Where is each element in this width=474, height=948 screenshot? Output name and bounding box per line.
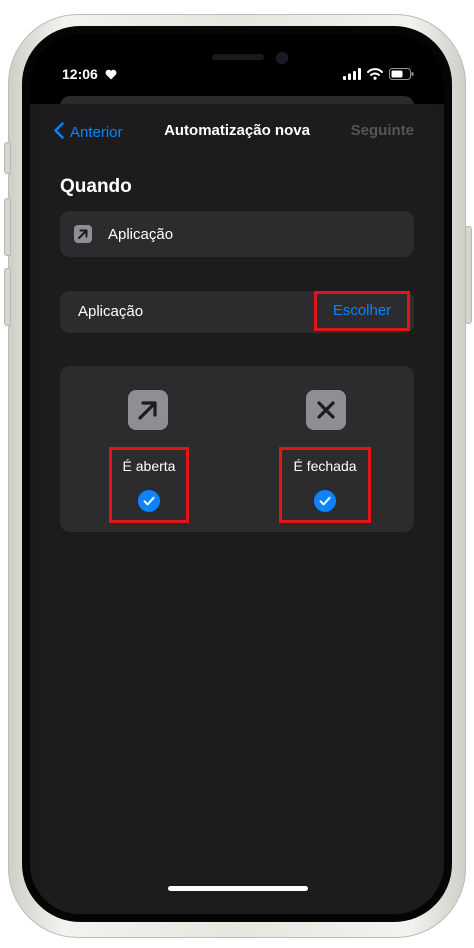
trigger-row[interactable]: Aplicação (60, 211, 414, 257)
option-closed-label: É fechada (293, 458, 357, 474)
volume-down-button (4, 268, 11, 326)
trigger-row-label: Aplicação (108, 226, 174, 243)
checkmark-icon (138, 490, 160, 512)
battery-icon (389, 67, 414, 85)
earpiece-speaker (212, 54, 264, 60)
signal-icon (343, 67, 361, 85)
navigation-bar: Anterior Automatização nova Seguinte (40, 104, 434, 158)
choose-button[interactable]: Escolher (314, 291, 410, 331)
option-opened[interactable]: É aberta (109, 447, 189, 523)
options-card: É aberta É fechada (60, 366, 414, 532)
app-picker-label: Aplicação (78, 303, 144, 320)
checkmark-icon (314, 490, 336, 512)
home-indicator[interactable] (168, 886, 308, 891)
arrow-up-right-icon (128, 390, 168, 430)
option-opened-label: É aberta (122, 458, 176, 474)
option-closed[interactable]: É fechada (279, 447, 371, 523)
app-picker-row: Aplicação Escolher (60, 291, 414, 333)
mute-switch (4, 142, 11, 174)
screen: 12:06 Anterior Automatização nova Seguin… (30, 34, 444, 914)
volume-up-button (4, 198, 11, 256)
front-camera (276, 52, 288, 64)
status-time: 12:06 (62, 66, 117, 83)
heart-icon (105, 67, 117, 83)
wifi-icon (367, 67, 383, 85)
status-icons (343, 67, 414, 85)
side-button (465, 226, 472, 324)
status-time-text: 12:06 (62, 66, 98, 82)
arrow-up-right-icon (74, 225, 92, 243)
x-icon (306, 390, 346, 430)
section-title: Quando (60, 176, 132, 197)
next-button[interactable]: Seguinte (351, 122, 414, 139)
